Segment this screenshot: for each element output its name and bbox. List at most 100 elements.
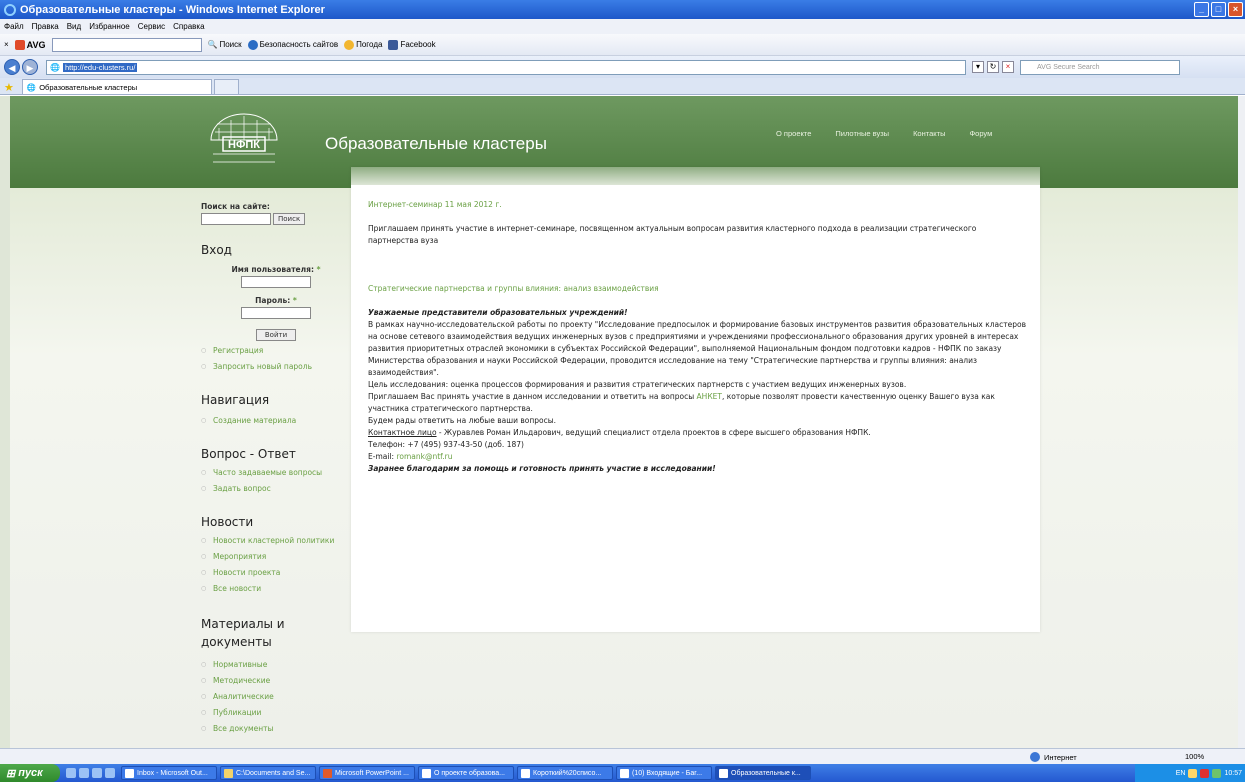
- menu-tools[interactable]: Сервис: [138, 22, 165, 31]
- new-password-link[interactable]: Запросить новый пароль: [201, 359, 351, 375]
- folder-icon: [224, 768, 233, 778]
- quicklaunch-icon[interactable]: [92, 768, 102, 778]
- taskbar-item-mail[interactable]: (10) Входящие - Бar...: [616, 766, 712, 780]
- start-button[interactable]: ⊞ пуск: [0, 764, 60, 782]
- taskbar-item-outlook[interactable]: Inbox - Microsoft Out...: [121, 766, 217, 780]
- cluster-news-link[interactable]: Новости кластерной политики: [201, 535, 351, 547]
- nav-about[interactable]: О проекте: [776, 129, 811, 138]
- windows-flag-icon: ⊞: [6, 767, 16, 780]
- language-indicator[interactable]: EN: [1176, 770, 1186, 777]
- quicklaunch-icon[interactable]: [66, 768, 76, 778]
- nav-pilot-universities[interactable]: Пилотные вузы: [835, 129, 889, 138]
- tab-active[interactable]: 🌐 Образовательные кластеры: [21, 79, 212, 94]
- nav-contacts[interactable]: Контакты: [913, 129, 945, 138]
- avg-menu[interactable]: AVG: [14, 39, 46, 50]
- all-documents-link[interactable]: Все документы: [201, 721, 351, 737]
- methodical-link[interactable]: Методические: [201, 673, 351, 689]
- ie-icon: [620, 768, 629, 778]
- normative-link[interactable]: Нормативные: [201, 657, 351, 673]
- taskbar-item-word-1[interactable]: О проекте образова...: [418, 766, 514, 780]
- taskbar-item-powerpoint[interactable]: Microsoft PowerPoint ...: [319, 766, 415, 780]
- quicklaunch-icon[interactable]: [79, 768, 89, 778]
- login-button[interactable]: Войти: [256, 329, 296, 341]
- facebook-icon: [388, 39, 399, 50]
- menu-help[interactable]: Справка: [173, 22, 204, 31]
- dropdown-icon[interactable]: ▾: [972, 61, 984, 73]
- tray-icon[interactable]: [1212, 768, 1222, 778]
- article-sublink[interactable]: Стратегические партнерства и группы влия…: [368, 283, 1028, 295]
- back-button[interactable]: ◀: [4, 59, 20, 75]
- article-greeting: Уважаемые представители образовательных …: [368, 308, 628, 317]
- word-icon: [521, 768, 530, 778]
- article-contact: Контактное лицо - Журавлев Роман Ильдаро…: [368, 428, 871, 437]
- username-input[interactable]: [241, 276, 311, 288]
- menu-favorites[interactable]: Избранное: [89, 22, 130, 31]
- top-navigation: О проекте Пилотные вузы Контакты Форум: [776, 129, 992, 138]
- create-content-link[interactable]: Создание материала: [201, 413, 351, 429]
- article-headline[interactable]: Интернет-семинар 11 мая 2012 г.: [368, 199, 1028, 211]
- quicklaunch-icon[interactable]: [105, 768, 115, 778]
- clock[interactable]: 10:57: [1224, 770, 1242, 777]
- email-link[interactable]: romank@ntf.ru: [396, 452, 452, 461]
- avg-search-input[interactable]: AVG Secure Search: [1020, 59, 1180, 75]
- toolbar-close-button[interactable]: ×: [4, 40, 9, 49]
- analytical-link[interactable]: Аналитические: [201, 689, 351, 705]
- url-text: http://edu-clusters.ru/: [62, 62, 138, 72]
- maximize-button[interactable]: □: [1211, 2, 1226, 17]
- article-goal: Цель исследования: оценка процессов форм…: [368, 380, 907, 389]
- zoom-level[interactable]: 100%: [1185, 752, 1204, 761]
- ie-icon: [719, 768, 728, 778]
- tray-icon[interactable]: [1188, 768, 1198, 778]
- tab-page-icon: 🌐: [26, 82, 37, 92]
- facebook-button[interactable]: Facebook: [388, 39, 436, 50]
- stop-icon[interactable]: ×: [1002, 61, 1014, 73]
- questionnaire-link[interactable]: АНКЕТ: [697, 392, 722, 401]
- favorites-star-icon[interactable]: ★: [4, 81, 14, 94]
- faq-link[interactable]: Часто задаваемые вопросы: [201, 467, 351, 479]
- register-link[interactable]: Регистрация: [201, 343, 351, 359]
- close-button[interactable]: ×: [1228, 2, 1243, 17]
- refresh-icon[interactable]: ↻: [987, 61, 999, 73]
- sidebar: Поиск на сайте: Поиск Вход Имя пользоват…: [201, 202, 351, 737]
- taskbar-item-ie-active[interactable]: Образовательные к...: [715, 766, 811, 780]
- url-field[interactable]: 🌐 http://edu-clusters.ru/: [46, 59, 966, 75]
- article-body: В рамках научно-исследовательской работы…: [368, 320, 1027, 377]
- nav-forum[interactable]: Форум: [969, 129, 992, 138]
- menu-edit[interactable]: Правка: [32, 22, 59, 31]
- shield-icon: [247, 39, 258, 50]
- sidebar-search-input[interactable]: [201, 213, 271, 225]
- vertical-scrollbar[interactable]: [1238, 96, 1245, 748]
- toolbar-search-button[interactable]: 🔍 Поиск: [208, 40, 242, 49]
- publications-link[interactable]: Публикации: [201, 705, 351, 721]
- weather-icon: [344, 39, 355, 50]
- security-zone: Интернет: [1030, 752, 1077, 762]
- events-link[interactable]: Мероприятия: [201, 549, 351, 565]
- weather-button[interactable]: Погода: [344, 39, 382, 50]
- article-email: E-mail: romank@ntf.ru: [368, 452, 453, 461]
- nfpk-logo-icon[interactable]: НФПК: [205, 110, 283, 174]
- all-news-link[interactable]: Все новости: [201, 581, 351, 597]
- minimize-button[interactable]: _: [1194, 2, 1209, 17]
- project-news-link[interactable]: Новости проекта: [201, 565, 351, 581]
- avg-toolbar: × AVG 🔍 Поиск Безопасность сайтов Погода…: [0, 34, 1245, 56]
- taskbar-item-folder[interactable]: C:\Documents and Se...: [220, 766, 316, 780]
- sidebar-search-button[interactable]: Поиск: [273, 213, 306, 225]
- menu-view[interactable]: Вид: [67, 22, 81, 31]
- quick-launch: [66, 768, 115, 778]
- site-security-button[interactable]: Безопасность сайтов: [247, 39, 338, 50]
- globe-icon: [1030, 752, 1040, 762]
- ask-question-link[interactable]: Задать вопрос: [201, 481, 351, 497]
- toolbar-search-input[interactable]: [51, 37, 202, 52]
- password-input[interactable]: [241, 307, 311, 319]
- page-viewport: НФПК Образовательные кластеры О проекте …: [0, 96, 1238, 748]
- menu-file[interactable]: Файл: [4, 22, 24, 31]
- ie-icon: [4, 3, 16, 16]
- site-title[interactable]: Образовательные кластеры: [325, 134, 547, 154]
- window-title: Образовательные кластеры - Windows Inter…: [20, 3, 325, 16]
- new-tab-button[interactable]: [213, 79, 239, 94]
- taskbar-item-word-2[interactable]: Короткий%20списо...: [517, 766, 613, 780]
- article-glad: Будем рады ответить на любые ваши вопрос…: [368, 416, 557, 425]
- forward-button[interactable]: ▶: [22, 59, 38, 75]
- tray-icon[interactable]: [1200, 768, 1210, 778]
- search-icon: 🔍: [207, 40, 218, 49]
